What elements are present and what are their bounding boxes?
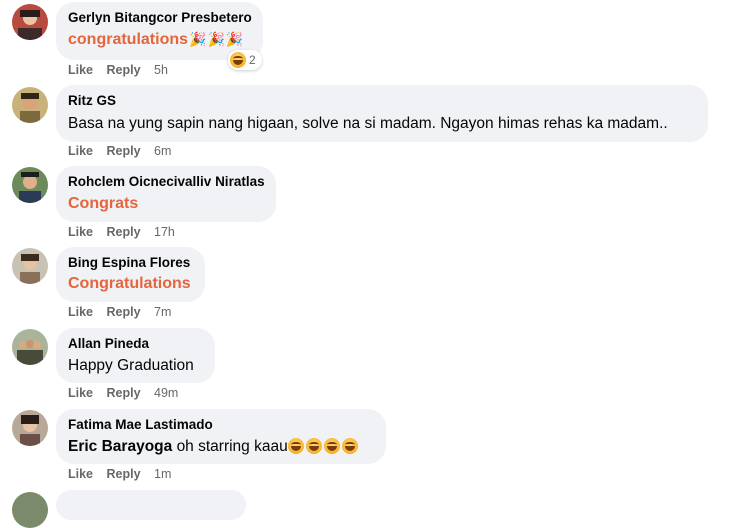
reply-button[interactable]: Reply (107, 305, 141, 319)
reply-button[interactable]: Reply (107, 386, 141, 400)
comment-bubble: Bing Espina Flores Congratulations (56, 247, 205, 302)
comment-actions: Like Reply 1m (68, 467, 171, 481)
comment-text: Basa na yung sapin nang higaan, solve na… (68, 115, 668, 132)
timestamp[interactable]: 1m (154, 467, 171, 481)
like-button[interactable]: Like (68, 144, 93, 158)
comment-text: Happy Graduation (68, 357, 194, 374)
reaction-count: 2 (249, 53, 256, 67)
avatar[interactable] (12, 329, 48, 365)
party-popper-emoji: 🎉 (225, 31, 244, 47)
party-popper-emoji: 🎉 (189, 31, 207, 47)
reply-button[interactable]: Reply (107, 144, 141, 158)
comment-actions: Like Reply 6m (68, 144, 171, 158)
comment-bubble (56, 490, 246, 520)
comment-text: congratulations (68, 31, 189, 48)
comment-bubble: Fatima Mae Lastimado Eric Barayoga oh st… (56, 409, 386, 464)
avatar[interactable] (12, 167, 48, 203)
comment-bubble: Rohclem Oicnecivalliv Niratlas Congrats (56, 166, 276, 222)
comment-actions: Like Reply 17h (68, 225, 175, 239)
laugh-emoji-icon (230, 52, 246, 68)
timestamp[interactable]: 17h (154, 225, 175, 239)
timestamp[interactable]: 5h (154, 63, 168, 77)
timestamp[interactable]: 49m (154, 386, 178, 400)
like-button[interactable]: Like (68, 467, 93, 481)
timestamp[interactable]: 7m (154, 305, 171, 319)
mention-link[interactable]: Eric Barayoga (68, 438, 172, 455)
laugh-emoji-icon (323, 438, 340, 454)
avatar[interactable] (12, 410, 48, 446)
comment-author[interactable]: Fatima Mae Lastimado (68, 416, 374, 434)
reply-button[interactable]: Reply (107, 63, 141, 77)
comment-actions: Like Reply 7m (68, 305, 171, 319)
like-button[interactable]: Like (68, 305, 93, 319)
comment-author[interactable]: Rohclem Oicnecivalliv Niratlas (68, 173, 265, 191)
comment-bubble: Ritz GS Basa na yung sapin nang higaan, … (56, 85, 708, 142)
avatar[interactable] (12, 248, 48, 284)
comment-actions: Like Reply 49m (68, 386, 178, 400)
comment-author[interactable]: Bing Espina Flores (68, 254, 193, 272)
comment-author[interactable]: Allan Pineda (68, 335, 203, 353)
reply-button[interactable]: Reply (107, 467, 141, 481)
party-popper-emoji: 🎉 (207, 31, 225, 47)
laugh-emoji-icon (341, 438, 358, 454)
comment-bubble: Allan Pineda Happy Graduation (56, 328, 215, 383)
comment-text: oh starring kaau (176, 438, 288, 455)
laugh-emoji-icon (305, 438, 322, 454)
comment-actions: Like Reply 5h (68, 63, 168, 77)
avatar[interactable] (12, 4, 48, 40)
avatar[interactable] (12, 492, 48, 528)
reply-button[interactable]: Reply (107, 225, 141, 239)
reaction-badge[interactable]: 2 (228, 50, 262, 70)
like-button[interactable]: Like (68, 386, 93, 400)
like-button[interactable]: Like (68, 225, 93, 239)
comment-author[interactable]: Ritz GS (68, 92, 696, 110)
comment-author[interactable]: Gerlyn Bitangcor Presbetero (68, 9, 252, 27)
timestamp[interactable]: 6m (154, 144, 171, 158)
like-button[interactable]: Like (68, 63, 93, 77)
comment-text: Congrats (68, 195, 139, 212)
avatar[interactable] (12, 87, 48, 123)
comment-text: Congratulations (68, 275, 191, 292)
laugh-emoji-icon (287, 438, 304, 454)
